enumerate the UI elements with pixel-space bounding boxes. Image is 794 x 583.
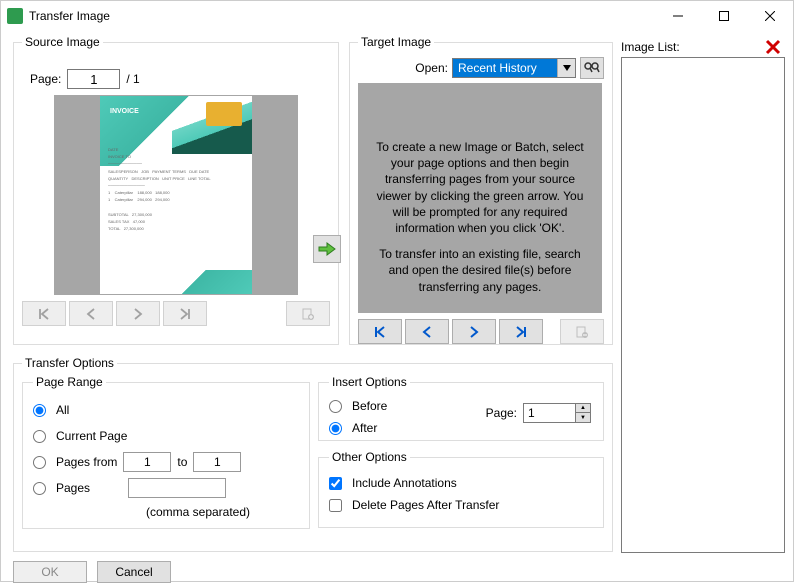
invoice-thumbnail: INVOICE DATEINVOICE TO────────────SALESP… [100,96,252,294]
pages-free-input[interactable] [128,478,226,498]
insert-legend: Insert Options [329,375,410,389]
radio-before[interactable] [329,400,342,413]
target-preview: To create a new Image or Batch, select y… [358,83,602,313]
pages-from-input[interactable] [123,452,171,472]
checkbox-include[interactable] [329,477,342,490]
search-button[interactable] [580,57,604,79]
source-legend: Source Image [22,35,103,49]
open-combo[interactable]: Recent History [452,58,576,78]
label-include[interactable]: Include Annotations [352,476,457,490]
source-last-button[interactable] [163,301,207,326]
radio-pages-from[interactable] [33,456,46,469]
ok-button[interactable]: OK [13,561,87,583]
source-preview: INVOICE DATEINVOICE TO────────────SALESP… [54,95,298,295]
insert-page-label: Page: [486,406,517,420]
image-list-clear-button[interactable] [763,37,783,57]
label-pages-from[interactable]: Pages from [56,455,117,469]
insert-page-stepper[interactable]: ▲▼ [523,403,591,423]
titlebar: Transfer Image [1,1,793,31]
comma-hint: (comma separated) [97,505,299,519]
close-button[interactable] [747,1,793,31]
target-prev-button[interactable] [405,319,449,344]
source-prev-button[interactable] [69,301,113,326]
open-combo-value: Recent History [453,61,557,75]
chevron-down-icon [557,59,575,77]
minimize-button[interactable] [655,1,701,31]
source-add-button[interactable] [286,301,330,326]
target-next-button[interactable] [452,319,496,344]
label-current[interactable]: Current Page [56,429,127,443]
target-first-button[interactable] [358,319,402,344]
source-next-button[interactable] [116,301,160,326]
page-range-group: Page Range All Current Page Pages from t… [22,375,310,529]
label-delete[interactable]: Delete Pages After Transfer [352,498,499,512]
target-msg2: To transfer into an existing file, searc… [370,246,590,295]
open-label: Open: [415,61,448,75]
target-remove-button[interactable] [560,319,604,344]
label-to: to [177,455,187,469]
window-title: Transfer Image [29,9,655,23]
label-pages[interactable]: Pages [56,481,90,495]
transfer-options-group: Transfer Options Page Range All Current … [13,356,613,552]
step-up-icon[interactable]: ▲ [576,404,590,413]
radio-after[interactable] [329,422,342,435]
transfer-legend: Transfer Options [22,356,117,370]
cancel-button[interactable]: Cancel [97,561,171,583]
transfer-arrow-button[interactable] [313,235,341,263]
checkbox-delete[interactable] [329,499,342,512]
label-all[interactable]: All [56,403,69,417]
radio-all[interactable] [33,404,46,417]
insert-options-group: Insert Options Before After Page: ▲▼ [318,375,604,441]
source-page-input[interactable] [67,69,120,89]
target-msg1: To create a new Image or Batch, select y… [370,139,590,236]
label-before[interactable]: Before [352,399,387,413]
other-legend: Other Options [329,450,410,464]
pages-to-input[interactable] [193,452,241,472]
target-last-button[interactable] [499,319,543,344]
other-options-group: Other Options Include Annotations Delete… [318,450,604,528]
source-image-group: Source Image Page: / 1 INVOICE DATEINVOI… [13,35,339,345]
image-list[interactable] [621,57,785,553]
target-legend: Target Image [358,35,434,49]
source-page-label: Page: [30,72,61,86]
maximize-button[interactable] [701,1,747,31]
label-after[interactable]: After [352,421,377,435]
image-list-label: Image List: [621,40,680,54]
radio-pages[interactable] [33,482,46,495]
radio-current[interactable] [33,430,46,443]
app-icon [7,8,23,24]
page-range-legend: Page Range [33,375,106,389]
insert-page-input[interactable] [523,403,575,423]
source-page-total: / 1 [126,72,139,86]
source-first-button[interactable] [22,301,66,326]
target-image-group: Target Image Open: Recent History To cre… [349,35,613,345]
step-down-icon[interactable]: ▼ [576,413,590,422]
